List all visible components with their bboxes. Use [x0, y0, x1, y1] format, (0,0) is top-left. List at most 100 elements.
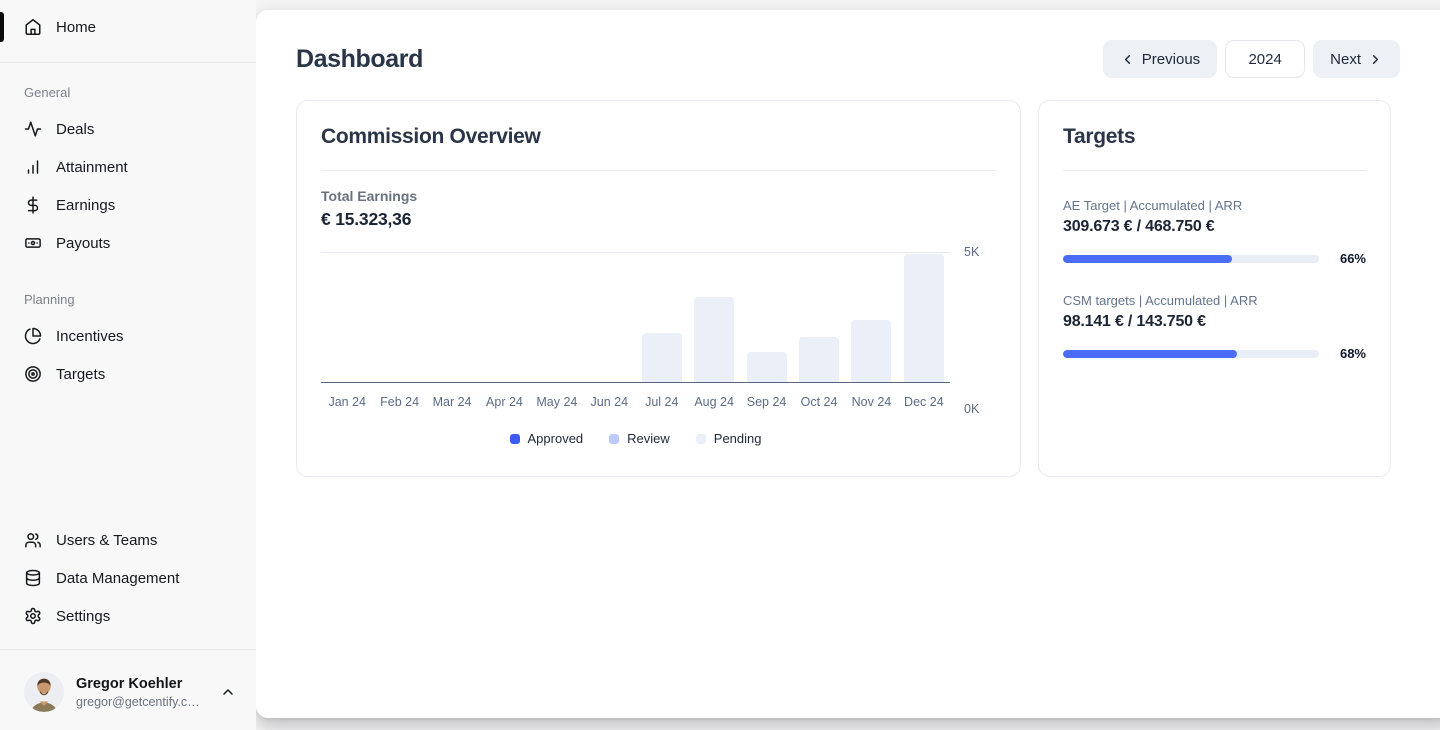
users-icon — [24, 531, 42, 549]
x-axis-label: May 24 — [536, 395, 578, 409]
sidebar-item-data-management[interactable]: Data Management — [0, 559, 256, 597]
bar-column-nov-24 — [845, 253, 897, 382]
main-panel: Dashboard Previous 2024 Next Commission … — [256, 10, 1440, 718]
bar-stack — [746, 351, 787, 382]
y-tick-min: 0K — [964, 402, 980, 416]
sidebar-item-label: Settings — [56, 607, 111, 625]
banknote-icon — [24, 234, 42, 252]
target-progress-fill — [1063, 349, 1238, 358]
targets-card-title: Targets — [1063, 125, 1136, 148]
bar-segment-pending — [641, 333, 682, 382]
legend-item-approved: Approved — [509, 431, 583, 446]
sidebar-item-incentives[interactable]: Incentives — [0, 317, 256, 355]
y-tick-max: 5K — [964, 245, 980, 259]
target-item-ae: AE Target | Accumulated | ARR 309.673 € … — [1063, 198, 1366, 266]
bar-segment-pending — [746, 351, 787, 382]
sidebar-section-planning: Planning — [24, 292, 75, 307]
next-year-button[interactable]: Next — [1313, 40, 1400, 78]
targets-card: Targets AE Target | Accumulated | ARR 30… — [1038, 100, 1391, 477]
profile-email: gregor@getcentify.c… — [76, 694, 200, 709]
database-icon — [24, 569, 42, 587]
year-display[interactable]: 2024 — [1225, 40, 1306, 78]
total-earnings: Total Earnings € 15.323,36 — [321, 188, 996, 230]
sidebar-item-label: Users & Teams — [56, 531, 158, 549]
home-icon — [24, 18, 42, 36]
bar-column-jun-24 — [583, 253, 635, 382]
chevron-left-icon — [1120, 52, 1135, 67]
sidebar-item-payouts[interactable]: Payouts — [0, 224, 256, 262]
chevron-right-icon — [1368, 52, 1383, 67]
bar-column-jan-24 — [321, 253, 373, 382]
sidebar-item-label: Payouts — [56, 234, 111, 252]
bar-column-may-24 — [531, 253, 583, 382]
sidebar-divider — [0, 62, 256, 63]
app-sidebar: Home General Deals Attainment Earnings P… — [0, 0, 256, 730]
sidebar-item-attainment[interactable]: Attainment — [0, 148, 256, 186]
bar-stack — [903, 253, 944, 382]
bar-column-sep-24 — [740, 253, 792, 382]
bar-stack — [694, 297, 735, 382]
page-title: Dashboard — [296, 44, 423, 73]
gear-icon — [24, 607, 42, 625]
x-axis-label: Feb 24 — [380, 395, 420, 409]
year-navigation: Previous 2024 Next — [1102, 40, 1400, 78]
profile-texts: Gregor Koehler gregor@getcentify.c… — [76, 676, 208, 709]
chart-legend: Approved Review Pending — [321, 431, 996, 446]
target-percent: 66% — [1339, 251, 1366, 266]
sidebar-item-earnings[interactable]: Earnings — [0, 186, 256, 224]
previous-year-button[interactable]: Previous — [1102, 40, 1218, 78]
commission-overview-card: Commission Overview Total Earnings € 15.… — [296, 100, 1021, 477]
sidebar-item-settings[interactable]: Settings — [0, 597, 256, 635]
dollar-icon — [24, 196, 42, 214]
bar-segment-pending — [799, 336, 839, 382]
bar-stack — [851, 319, 892, 382]
target-label: CSM targets | Accumulated | ARR — [1063, 293, 1258, 308]
commission-card-title: Commission Overview — [321, 125, 541, 148]
bar-stack — [799, 336, 839, 382]
sidebar-divider — [0, 649, 256, 650]
x-axis-label: Jul 24 — [645, 395, 679, 409]
progress-track — [1063, 349, 1319, 358]
year-value: 2024 — [1248, 50, 1282, 68]
progress-track — [1063, 254, 1319, 263]
cards-row: Commission Overview Total Earnings € 15.… — [296, 100, 1400, 477]
bar-segment-pending — [851, 319, 892, 382]
bar-column-jul-24 — [636, 253, 688, 382]
target-percent: 68% — [1339, 346, 1366, 361]
user-profile-button[interactable]: Gregor Koehler gregor@getcentify.c… — [0, 658, 256, 730]
legend-swatch — [695, 433, 706, 444]
bar-chart-icon — [24, 158, 42, 176]
sidebar-item-label: Home — [56, 18, 97, 36]
legend-item-pending: Pending — [695, 431, 762, 446]
sidebar-item-label: Targets — [56, 365, 106, 383]
sidebar-item-deals[interactable]: Deals — [0, 110, 256, 148]
previous-label: Previous — [1141, 50, 1201, 68]
x-axis-label: Dec 24 — [904, 395, 944, 409]
bar-column-feb-24 — [373, 253, 425, 382]
target-icon — [24, 365, 42, 383]
sidebar-item-users-teams[interactable]: Users & Teams — [0, 521, 256, 559]
y-axis: 5K 0K — [950, 245, 996, 416]
sidebar-item-home[interactable]: Home — [0, 0, 256, 54]
x-axis-label: Nov 24 — [851, 395, 892, 409]
card-divider — [1063, 170, 1366, 171]
plot-wrap: Jan 24 Feb 24 Mar 24 Apr 24 May 24 Jun 24 Jul … — [321, 252, 950, 409]
bar-column-oct-24 — [793, 253, 845, 382]
legend-item-review: Review — [609, 431, 670, 446]
bar-column-aug-24 — [688, 253, 740, 382]
target-progress-row: 68% — [1063, 346, 1366, 361]
chevron-up-icon[interactable] — [220, 684, 236, 700]
target-value: 98.141 € / 143.750 € — [1063, 313, 1206, 330]
bar-column-apr-24 — [478, 253, 530, 382]
commission-bar-chart: Jan 24 Feb 24 Mar 24 Apr 24 May 24 Jun 24 Jul … — [321, 245, 996, 416]
target-progress-row: 66% — [1063, 251, 1366, 266]
bar-stack — [641, 333, 682, 382]
x-axis-label: Mar 24 — [432, 395, 472, 409]
x-axis-labels: Jan 24 Feb 24 Mar 24 Apr 24 May 24 Jun 24 Jul … — [321, 395, 950, 409]
legend-swatch — [609, 433, 620, 444]
card-divider — [321, 170, 996, 171]
sidebar-item-targets[interactable]: Targets — [0, 355, 256, 393]
pie-chart-icon — [24, 327, 42, 345]
active-item-indicator — [0, 12, 4, 42]
